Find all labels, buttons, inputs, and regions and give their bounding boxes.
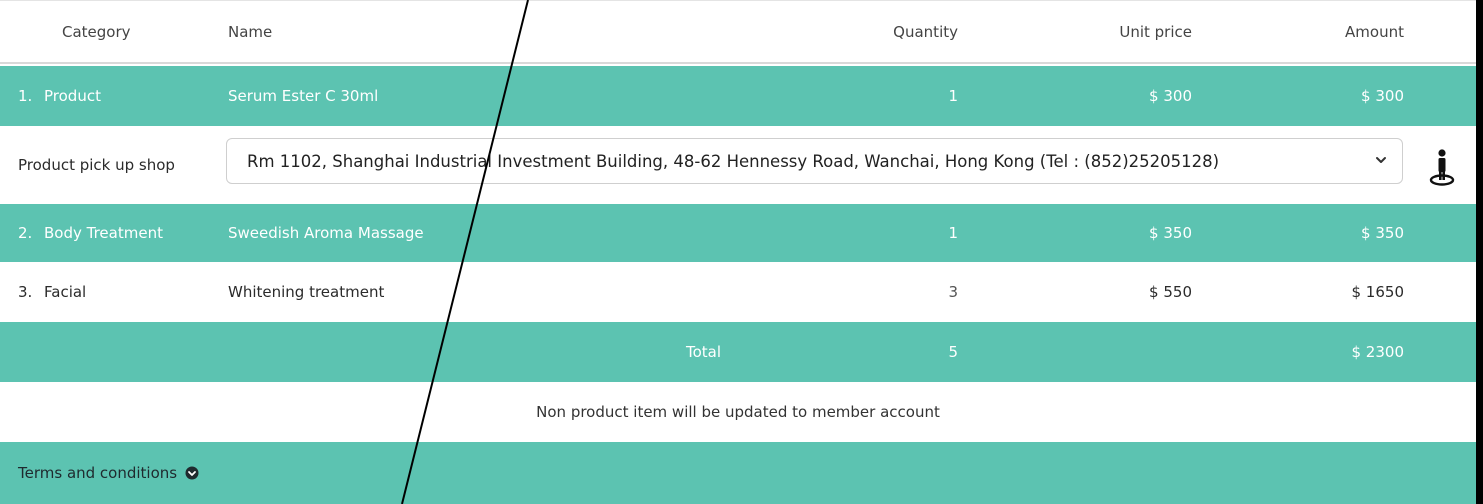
table-row: 3. Facial Whitening treatment 3 $ 550 $ … (0, 262, 1476, 322)
row-number: 3. (18, 283, 33, 301)
person-location-icon[interactable] (1427, 148, 1457, 188)
terms-toggle[interactable]: Terms and conditions (18, 442, 199, 504)
pickup-shop-selected-value: Rm 1102, Shanghai Industrial Investment … (247, 151, 1220, 171)
header-amount: Amount (1345, 22, 1404, 41)
header-quantity: Quantity (893, 22, 958, 41)
row-unit-price: $ 550 (1149, 283, 1192, 301)
row-number: 1. (18, 87, 33, 105)
header-name: Name (228, 22, 273, 41)
header-unit-price: Unit price (1119, 22, 1192, 41)
total-row: Total 5 $ 2300 (0, 322, 1476, 382)
row-quantity: 3 (948, 283, 958, 301)
table-row: 1. Product Serum Ester C 30ml 1 $ 300 $ … (0, 66, 1476, 126)
row-quantity: 1 (948, 87, 958, 105)
row-quantity: 1 (948, 224, 958, 242)
row-unit-price: $ 350 (1149, 224, 1192, 242)
row-name: Whitening treatment (228, 283, 385, 301)
member-account-note: Non product item will be updated to memb… (536, 403, 940, 421)
pickup-shop-row: Product pick up shop Rm 1102, Shanghai I… (0, 126, 1476, 204)
terms-label: Terms and conditions (18, 464, 178, 482)
pickup-shop-select[interactable]: Rm 1102, Shanghai Industrial Investment … (226, 138, 1403, 184)
terms-row: Terms and conditions (0, 442, 1476, 504)
chevron-circle-down-icon (185, 466, 199, 480)
note-row: Non product item will be updated to memb… (0, 382, 1476, 442)
row-category: Product (44, 87, 101, 105)
right-border (1476, 0, 1483, 504)
row-unit-price: $ 300 (1149, 87, 1192, 105)
row-amount: $ 300 (1361, 87, 1404, 105)
row-name: Serum Ester C 30ml (228, 87, 379, 105)
table-header: Category Name Quantity Unit price Amount (0, 0, 1476, 64)
total-quantity: 5 (948, 343, 958, 361)
total-label: Total (686, 343, 722, 361)
header-category: Category (62, 22, 131, 41)
row-category: Body Treatment (44, 224, 163, 242)
row-amount: $ 1650 (1351, 283, 1405, 301)
table-row: 2. Body Treatment Sweedish Aroma Massage… (0, 204, 1476, 262)
row-number: 2. (18, 224, 33, 242)
row-name: Sweedish Aroma Massage (228, 224, 424, 242)
row-amount: $ 350 (1361, 224, 1404, 242)
total-amount: $ 2300 (1351, 343, 1405, 361)
row-category: Facial (44, 283, 87, 301)
chevron-down-icon (1376, 157, 1386, 163)
pickup-shop-label: Product pick up shop (18, 156, 175, 174)
